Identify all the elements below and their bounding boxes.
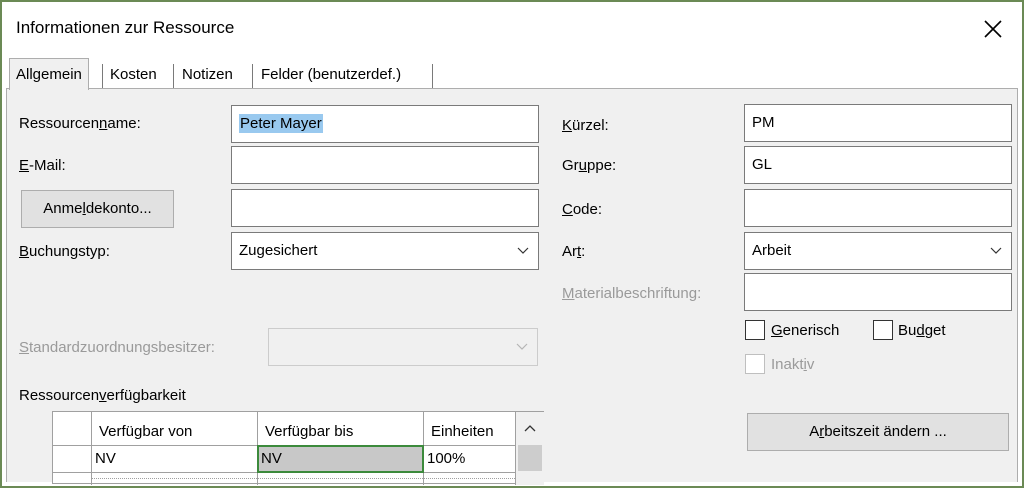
material-label-label: Materialbeschriftung: — [562, 285, 702, 302]
type-select[interactable]: Arbeit — [744, 232, 1012, 270]
chevron-down-icon — [517, 247, 529, 254]
column-header-available-from[interactable]: Verfügbar von — [95, 423, 192, 440]
material-label-input[interactable] — [744, 273, 1012, 311]
availability-grid[interactable]: Verfügbar von Verfügbar bis Einheiten NV… — [52, 411, 544, 485]
chevron-down-icon — [990, 247, 1002, 254]
tab-separator — [252, 64, 253, 88]
resource-name-label: Ressourcenname: — [19, 115, 141, 132]
change-worktime-button[interactable]: Arbeitszeit ändern ... — [747, 413, 1009, 451]
inactive-label: Inaktiv — [771, 356, 815, 373]
tab-separator — [432, 64, 433, 88]
cell-units[interactable]: 100% — [423, 450, 465, 467]
budget-checkbox[interactable] — [873, 320, 893, 340]
window-title: Informationen zur Ressource — [16, 18, 235, 37]
generic-label: Generisch — [771, 322, 840, 339]
login-account-input[interactable] — [231, 189, 539, 227]
initials-label: Kürzel: — [562, 117, 609, 134]
grid-line — [91, 412, 92, 485]
code-label: Code: — [562, 201, 603, 218]
booking-type-label: Buchungstyp: — [19, 243, 110, 260]
booking-type-select[interactable]: Zugesichert — [231, 232, 539, 270]
tab-custom-fields[interactable]: Felder (benutzerdef.) — [255, 61, 407, 89]
tab-notes[interactable]: Notizen — [176, 61, 239, 89]
resource-name-input[interactable]: Peter Mayer — [231, 105, 539, 143]
column-header-units[interactable]: Einheiten — [427, 423, 494, 440]
close-icon[interactable] — [974, 10, 1012, 48]
cell-available-to[interactable] — [257, 445, 424, 473]
availability-label: Ressourcenverfügbarkeit — [19, 387, 186, 404]
chevron-down-icon — [516, 343, 528, 350]
tab-general[interactable]: Allgemein — [9, 58, 89, 90]
default-owner-label: Standardzuordnungsbesitzer: — [19, 339, 215, 356]
login-account-button[interactable]: Anmeldekonto... — [21, 190, 174, 228]
tab-separator — [102, 64, 103, 88]
default-owner-select — [268, 328, 538, 366]
row-selector[interactable] — [53, 446, 91, 472]
code-input[interactable] — [744, 189, 1012, 227]
group-label: Gruppe: — [562, 157, 617, 174]
chevron-up-icon[interactable] — [522, 420, 538, 436]
column-header-available-to[interactable]: Verfügbar bis — [261, 423, 353, 440]
generic-checkbox[interactable] — [745, 320, 765, 340]
initials-input[interactable]: PM — [744, 104, 1012, 142]
type-label: Art: — [562, 243, 586, 260]
budget-label: Budget — [898, 322, 946, 339]
tab-separator — [173, 64, 174, 88]
email-input[interactable] — [231, 146, 539, 184]
grid-new-row — [91, 478, 515, 479]
inactive-checkbox — [745, 354, 765, 374]
email-label: E-Mail: — [19, 157, 66, 174]
cell-available-from[interactable]: NV — [91, 450, 116, 467]
group-input[interactable]: GL — [744, 146, 1012, 184]
scrollbar-thumb[interactable] — [518, 445, 542, 471]
tab-costs[interactable]: Kosten — [104, 61, 163, 89]
cell-available-to-text: NV — [261, 450, 282, 467]
